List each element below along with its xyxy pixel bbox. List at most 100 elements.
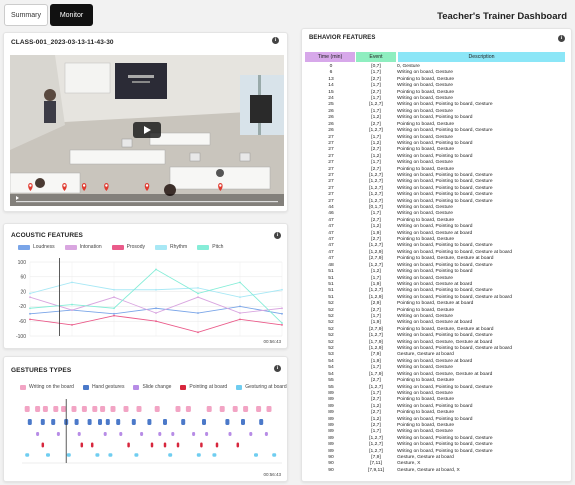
gesture-event-2[interactable] [171, 432, 175, 436]
gesture-event-0[interactable] [110, 406, 116, 412]
gesture-event-3[interactable] [176, 442, 180, 448]
gesture-event-4[interactable] [212, 453, 217, 457]
gesture-event-4[interactable] [254, 453, 258, 457]
gesture-event-0[interactable] [81, 406, 87, 412]
gesture-event-0[interactable] [175, 406, 181, 412]
gesture-event-4[interactable] [25, 453, 30, 457]
gesture-event-1[interactable] [51, 419, 56, 425]
info-icon[interactable]: i [272, 37, 279, 44]
gesture-event-3[interactable] [150, 442, 154, 448]
data-point[interactable] [113, 307, 115, 310]
gesture-event-0[interactable] [100, 406, 106, 412]
gesture-event-4[interactable] [196, 453, 201, 457]
gesture-event-2[interactable] [56, 432, 60, 436]
gesture-event-3[interactable] [200, 442, 203, 448]
gesture-event-2[interactable] [228, 432, 232, 436]
gesture-event-0[interactable] [35, 406, 41, 412]
tab-monitor[interactable]: Monitor [50, 4, 93, 26]
data-point[interactable] [29, 318, 31, 321]
gesture-event-1[interactable] [98, 419, 102, 425]
gesture-event-2[interactable] [158, 432, 162, 436]
data-point[interactable] [71, 324, 73, 326]
gesture-event-1[interactable] [74, 419, 79, 425]
data-point[interactable] [29, 307, 31, 310]
data-point[interactable] [197, 331, 199, 334]
legend-loudness[interactable]: Loudness [18, 244, 55, 250]
data-point[interactable] [155, 320, 157, 323]
gesture-event-0[interactable] [53, 406, 59, 412]
gesture-event-3[interactable] [236, 442, 240, 448]
data-point[interactable] [239, 318, 241, 321]
legend-intonation[interactable]: Intonation [64, 244, 102, 250]
gesture-event-0[interactable] [256, 406, 262, 412]
legend-pointing-at-board[interactable]: Pointing at board [180, 384, 227, 390]
data-point[interactable] [239, 296, 241, 299]
data-point[interactable] [197, 296, 199, 299]
gesture-event-0[interactable] [232, 406, 238, 412]
gesture-event-0[interactable] [243, 406, 249, 412]
data-point[interactable] [155, 288, 157, 291]
gesture-event-2[interactable] [264, 432, 268, 436]
data-point[interactable] [281, 307, 283, 310]
info-icon[interactable]: i [274, 365, 281, 372]
gesture-event-1[interactable] [27, 419, 32, 425]
gesture-event-2[interactable] [140, 432, 144, 436]
data-point[interactable] [155, 307, 157, 310]
gesture-event-0[interactable] [185, 406, 191, 412]
data-point[interactable] [155, 268, 157, 271]
gesture-event-1[interactable] [241, 419, 245, 425]
gesture-event-4[interactable] [134, 453, 139, 457]
legend-writing-on-board[interactable]: Writing on the board [20, 384, 74, 390]
gesture-event-1[interactable] [163, 419, 167, 425]
data-point[interactable] [281, 288, 283, 291]
gesture-event-4[interactable] [95, 453, 100, 457]
video-player[interactable] [10, 55, 284, 206]
gesture-event-3[interactable] [90, 442, 94, 448]
gesture-event-2[interactable] [249, 432, 253, 436]
data-point[interactable] [197, 287, 199, 289]
column-header-time[interactable]: Time (min) [305, 52, 355, 62]
gesture-event-2[interactable] [192, 432, 196, 436]
data-point[interactable] [29, 292, 31, 295]
gesture-event-2[interactable] [103, 432, 107, 436]
legend-slide-change[interactable]: Slide change [133, 384, 171, 390]
gesture-event-3[interactable] [163, 442, 167, 448]
gesture-event-0[interactable] [219, 406, 225, 412]
gesture-event-0[interactable] [266, 406, 272, 412]
gesture-event-4[interactable] [168, 453, 173, 457]
data-point[interactable] [29, 296, 31, 299]
legend-prosody[interactable]: Prosody [111, 244, 145, 250]
legend-hand-gestures[interactable]: Hand gestures [82, 384, 124, 390]
gesture-event-0[interactable] [42, 406, 48, 412]
gesture-event-1[interactable] [259, 419, 264, 425]
gesture-event-1[interactable] [147, 419, 152, 425]
gesture-event-2[interactable] [77, 432, 81, 436]
data-point[interactable] [113, 314, 115, 317]
gesture-event-2[interactable] [36, 432, 40, 436]
data-point[interactable] [113, 288, 115, 291]
data-point[interactable] [239, 281, 241, 284]
gesture-event-4[interactable] [66, 453, 71, 457]
data-point[interactable] [197, 312, 199, 314]
gesture-event-0[interactable] [24, 406, 30, 412]
gesture-event-0[interactable] [123, 406, 129, 412]
gesture-event-2[interactable] [119, 432, 123, 436]
gesture-event-1[interactable] [181, 419, 186, 425]
data-point[interactable] [281, 322, 283, 324]
legend-gesturing-at-board[interactable]: Gesturing at board [236, 384, 287, 390]
gesture-event-0[interactable] [71, 406, 77, 412]
gesture-event-0[interactable] [206, 406, 212, 412]
gesture-event-0[interactable] [61, 406, 67, 412]
gesture-event-0[interactable] [154, 406, 160, 412]
gesture-event-1[interactable] [87, 419, 92, 425]
data-point[interactable] [71, 281, 73, 284]
data-point[interactable] [281, 324, 283, 326]
gesture-event-2[interactable] [205, 432, 209, 436]
gesture-event-3[interactable] [41, 442, 45, 448]
data-point[interactable] [239, 312, 241, 314]
data-point[interactable] [113, 312, 115, 315]
legend-rhythm[interactable]: Rhythm [155, 244, 187, 250]
column-header-event[interactable]: Event [356, 52, 396, 62]
data-point[interactable] [197, 292, 199, 295]
data-point[interactable] [155, 312, 157, 314]
